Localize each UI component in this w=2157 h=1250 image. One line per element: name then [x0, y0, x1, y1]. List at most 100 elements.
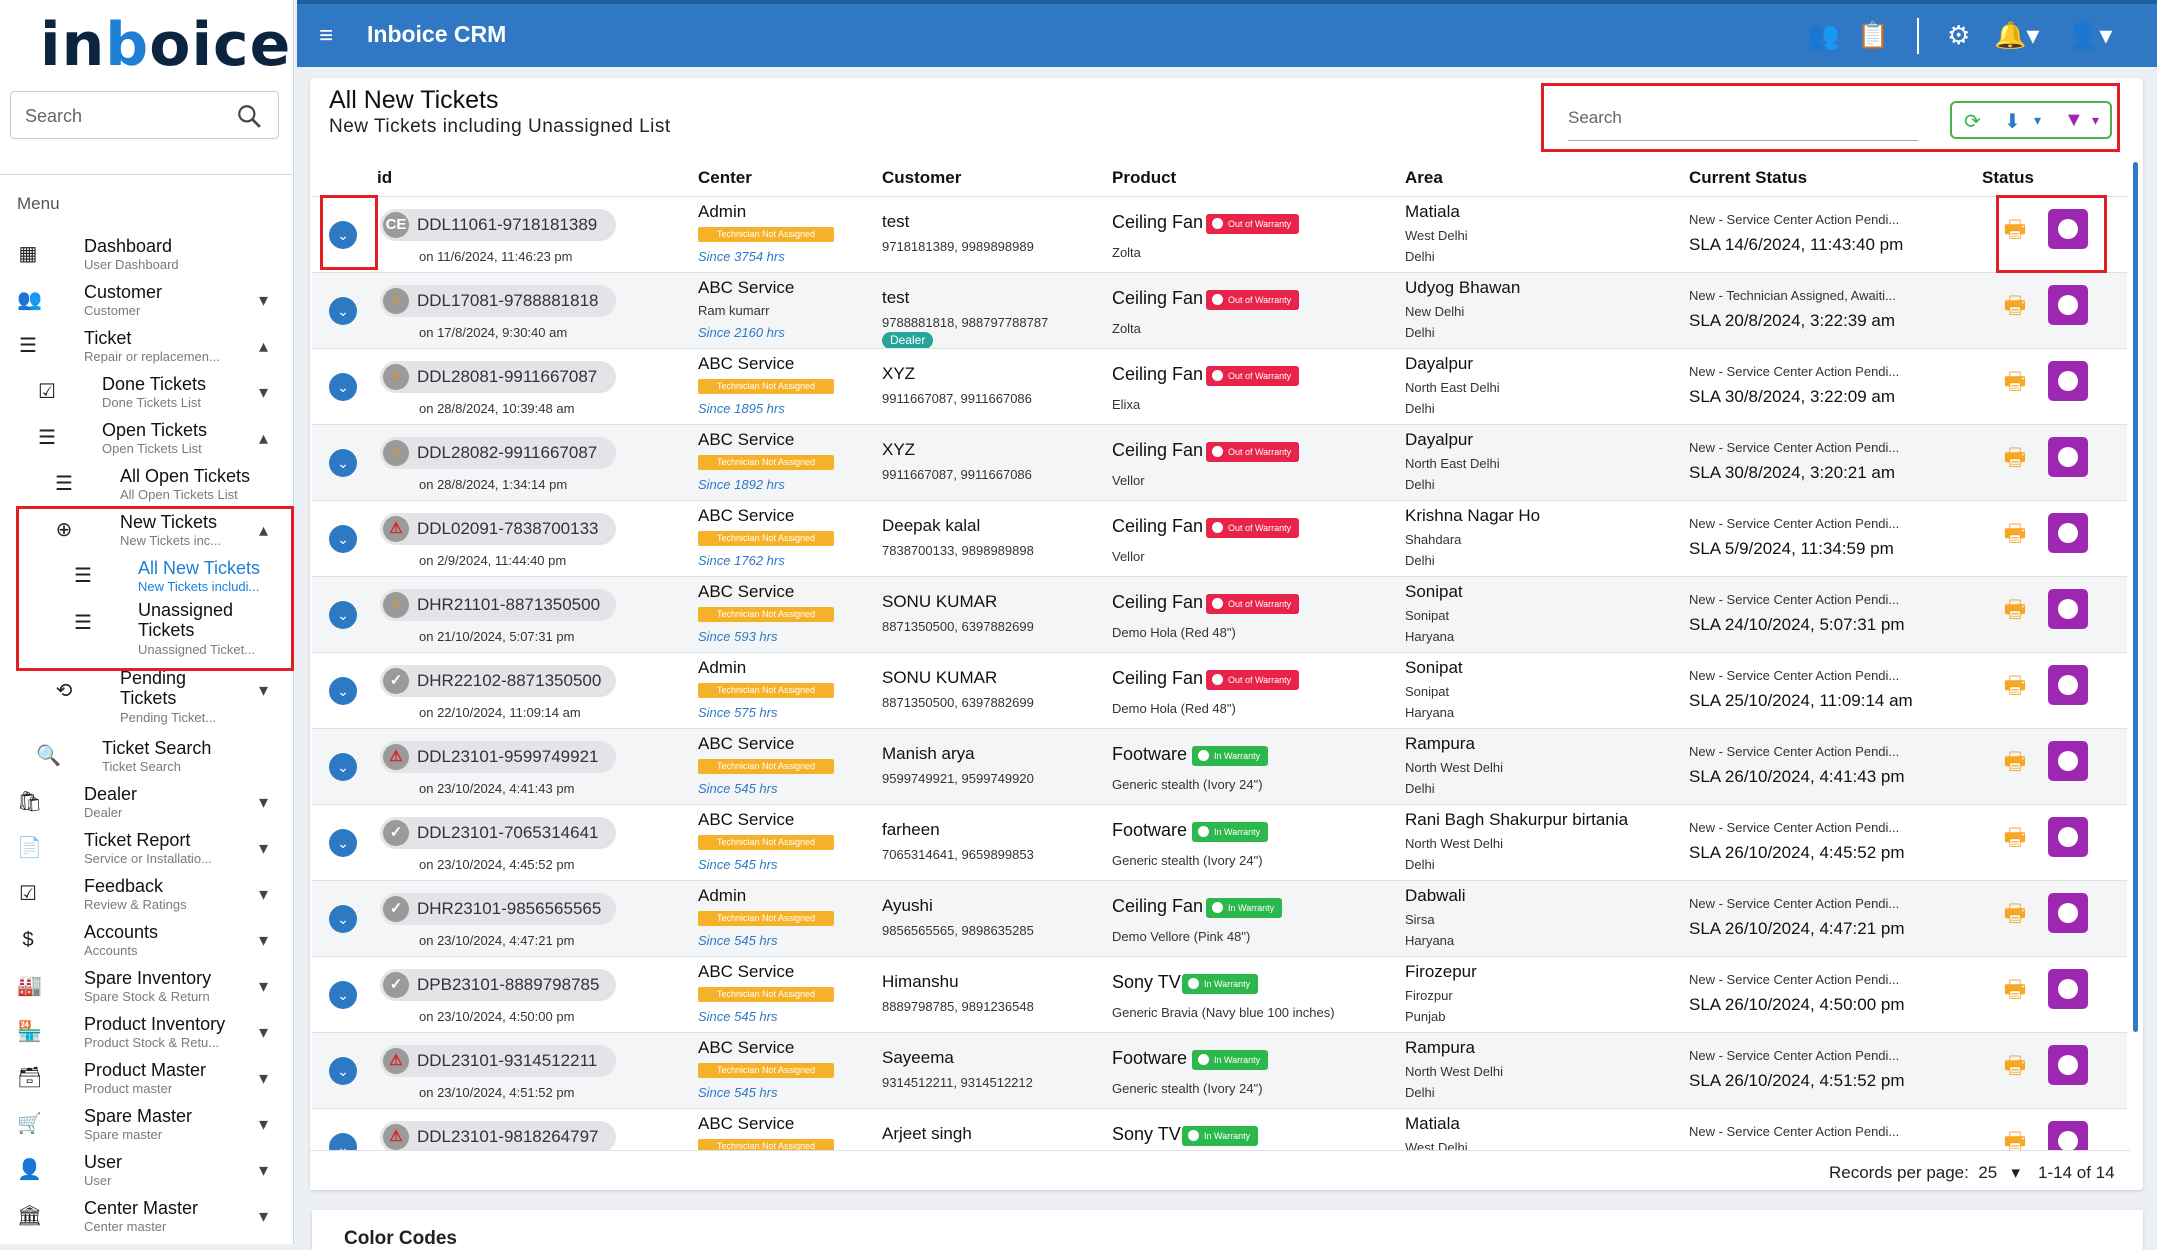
search-icon[interactable] [236, 103, 262, 129]
sidebar-item-open-tickets[interactable]: ☰ Open Tickets Open Tickets List ▴ [0, 416, 294, 462]
chevron-icon[interactable]: ▾ [259, 930, 268, 951]
sidebar-item-pending-tickets[interactable]: ⟲ Pending Tickets Pending Ticket... ▾ [0, 668, 294, 725]
chevron-icon[interactable]: ▾ [259, 792, 268, 813]
chevron-icon[interactable]: ▾ [259, 382, 268, 403]
expand-row-button[interactable]: ⌄ [329, 297, 357, 325]
print-icon[interactable]: 🖶 [2002, 597, 2028, 623]
app-logo[interactable]: inboice [40, 10, 291, 80]
sidebar-item-accounts[interactable]: $ Accounts Accounts ▾ [0, 918, 294, 964]
column-header-area[interactable]: Area [1405, 168, 1443, 188]
expand-row-button[interactable]: ⌄ [329, 905, 357, 933]
service-action-button[interactable] [2048, 1045, 2088, 1085]
print-icon[interactable]: 🖶 [2002, 901, 2028, 927]
service-action-button[interactable] [2048, 437, 2088, 477]
expand-row-button[interactable]: ⌄ [329, 981, 357, 1009]
table-row[interactable]: ⌄ ⚠ DDL23101-9599749921 on 23/10/2024, 4:41… [312, 728, 2127, 804]
sidebar-item-feedback[interactable]: ☑ Feedback Review & Ratings ▾ [0, 872, 294, 918]
column-header-center[interactable]: Center [698, 168, 752, 188]
print-icon[interactable]: 🖶 [2002, 521, 2028, 547]
print-icon[interactable]: 🖶 [2002, 445, 2028, 471]
table-row[interactable]: ⌄! DDL17081-9788881818 on 17/8/2024, 9:30:… [312, 272, 2127, 349]
service-action-button[interactable] [2048, 285, 2088, 325]
sidebar-item-customer[interactable]: 👥 Customer Customer ▾ [0, 278, 294, 324]
column-header-product[interactable]: Product [1112, 168, 1176, 188]
table-row[interactable]: ⌄ ✓ DPB23101-8889798785 on 23/10/2024, 4:50… [312, 956, 2127, 1032]
sidebar-item-user[interactable]: 👤 User User ▾ [0, 1148, 294, 1194]
chevron-icon[interactable]: ▾ [259, 1114, 268, 1135]
sidebar-item-spare-inventory[interactable]: 🏭 Spare Inventory Spare Stock & Return ▾ [0, 964, 294, 1010]
table-row[interactable]: ⌄! DDL28082-9911667087 on 28/8/2024, 1:34:… [312, 424, 2127, 500]
expand-row-button[interactable]: ⌄ [329, 601, 357, 629]
chevron-icon[interactable]: ▾ [259, 838, 268, 859]
service-action-button[interactable] [2048, 589, 2088, 629]
table-row[interactable]: ⌄! DHR21101-8871350500 on 21/10/2024, 5:07… [312, 576, 2127, 652]
chevron-icon[interactable]: ▴ [259, 336, 268, 357]
expand-row-button[interactable]: ⌄ [329, 677, 357, 705]
chevron-icon[interactable]: ▾ [259, 1206, 268, 1227]
table-row[interactable]: ⌄ ⚠ DDL23101-9314512211 on 23/10/2024, 4:51… [312, 1032, 2127, 1108]
chevron-icon[interactable]: ▾ [259, 1160, 268, 1181]
print-icon[interactable]: 🖶 [2002, 1053, 2028, 1079]
sidebar-item-done-tickets[interactable]: ☑ Done Tickets Done Tickets List ▾ [0, 370, 294, 416]
column-header-id[interactable]: id [377, 168, 392, 188]
print-icon[interactable]: 🖶 [2002, 825, 2028, 851]
sidebar-item-product-inventory[interactable]: 🏪 Product Inventory Product Stock & Retu..… [0, 1010, 294, 1056]
sidebar-item-dashboard[interactable]: ▦ Dashboard User Dashboard [0, 232, 294, 278]
table-row[interactable]: ⌄ ✓ DHR22102-8871350500 on 22/10/2024, 11:0… [312, 652, 2127, 728]
chevron-icon[interactable]: ▾ [259, 680, 268, 701]
service-action-button[interactable] [2048, 741, 2088, 781]
add-note-icon[interactable]: 📋 [1857, 20, 1889, 51]
chevron-icon[interactable]: ▴ [259, 428, 268, 449]
ticket-id-chip[interactable]: CE DDL11061-9718181389 [380, 209, 616, 241]
table-row[interactable]: ⌄ ✓ DDL23101-7065314641 on 23/10/2024, 4:45… [312, 804, 2127, 880]
ticket-id-chip[interactable]: ✓ DDL23101-7065314641 [380, 817, 616, 849]
expand-row-button[interactable]: ⌄ [329, 373, 357, 401]
rows-per-page-selector[interactable]: Records per page: 25 ▾ [1829, 1163, 2020, 1183]
column-header-customer[interactable]: Customer [882, 168, 961, 188]
service-action-button[interactable] [2048, 513, 2088, 553]
sidebar-item-ticket-search[interactable]: 🔍 Ticket Search Ticket Search [0, 734, 294, 780]
table-row[interactable]: ⌄ ✓ DHR23101-9856565565 on 23/10/2024, 4:47… [312, 880, 2127, 956]
table-row[interactable]: ⌄! DDL28081-9911667087 on 28/8/2024, 10:39… [312, 348, 2127, 424]
table-row[interactable]: ⌄ ⚠ DDL02091-7838700133 on 2/9/2024, 11:44:… [312, 500, 2127, 576]
sidebar-item-spare-master[interactable]: 🛒 Spare Master Spare master ▾ [0, 1102, 294, 1148]
expand-row-button[interactable]: ⌄ [329, 829, 357, 857]
ticket-id-chip[interactable]: ⚠ DDL02091-7838700133 [380, 513, 616, 545]
ticket-id-chip[interactable]: ! DDL28082-9911667087 [380, 437, 616, 469]
filter-menu-chevron-icon[interactable]: ▾ [2092, 112, 2099, 129]
color-codes-panel[interactable]: Color Codes [312, 1210, 2143, 1250]
expand-row-button[interactable]: ⌄ [329, 753, 357, 781]
print-icon[interactable]: 🖶 [2002, 749, 2028, 775]
sidebar-item-product-master[interactable]: 🗃 Product Master Product master ▾ [0, 1056, 294, 1102]
chevron-icon[interactable]: ▾ [259, 884, 268, 905]
ticket-id-chip[interactable]: ✓ DHR22102-8871350500 [380, 665, 616, 697]
ticket-id-chip[interactable]: ⚠ DDL23101-9599749921 [380, 741, 616, 773]
expand-row-button[interactable]: ⌄ [329, 525, 357, 553]
download-icon[interactable]: ⬇ [2004, 109, 2021, 134]
print-icon[interactable]: 🖶 [2002, 369, 2028, 395]
table-row[interactable]: ⌄ CE DDL11061-9718181389 on 11/6/2024, 11:4… [312, 196, 2127, 272]
ticket-id-chip[interactable]: ! DDL28081-9911667087 [380, 361, 616, 393]
ticket-id-chip[interactable]: ⚠ DDL23101-9818264797 [380, 1121, 616, 1153]
ticket-id-chip[interactable]: ✓ DHR23101-9856565565 [380, 893, 616, 925]
print-icon[interactable]: 🖶 [2002, 293, 2028, 319]
service-action-button[interactable] [2048, 361, 2088, 401]
ticket-id-chip[interactable]: ! DHR21101-8871350500 [380, 589, 616, 621]
bell-icon[interactable]: 🔔▾ [1994, 20, 2039, 51]
sidebar-item-ticket-report[interactable]: 📄 Ticket Report Service or Installatio... ▾ [0, 826, 294, 872]
service-action-button[interactable] [2048, 817, 2088, 857]
print-icon[interactable]: 🖶 [2002, 673, 2028, 699]
chevron-icon[interactable]: ▾ [259, 976, 268, 997]
menu-toggle-icon[interactable]: ≡ [319, 22, 333, 50]
gear-icon[interactable]: ⚙ [1947, 20, 1970, 51]
account-icon[interactable]: 👤▾ [2067, 20, 2112, 51]
sidebar-item-dealer[interactable]: 🛍 Dealer Dealer ▾ [0, 780, 294, 826]
ticket-id-chip[interactable]: ! DDL17081-9788881818 [380, 285, 616, 317]
refresh-icon[interactable]: ⟳ [1964, 109, 1981, 134]
download-menu-chevron-icon[interactable]: ▾ [2034, 112, 2041, 129]
sidebar-item-center-master[interactable]: 🏛 Center Master Center master ▾ [0, 1194, 294, 1240]
service-action-button[interactable] [2048, 969, 2088, 1009]
add-user-icon[interactable]: 👥 [1807, 20, 1839, 51]
sidebar-item-all-open-tickets[interactable]: ☰ All Open Tickets All Open Tickets List [0, 462, 294, 508]
ticket-id-chip[interactable]: ⚠ DDL23101-9314512211 [380, 1045, 616, 1077]
